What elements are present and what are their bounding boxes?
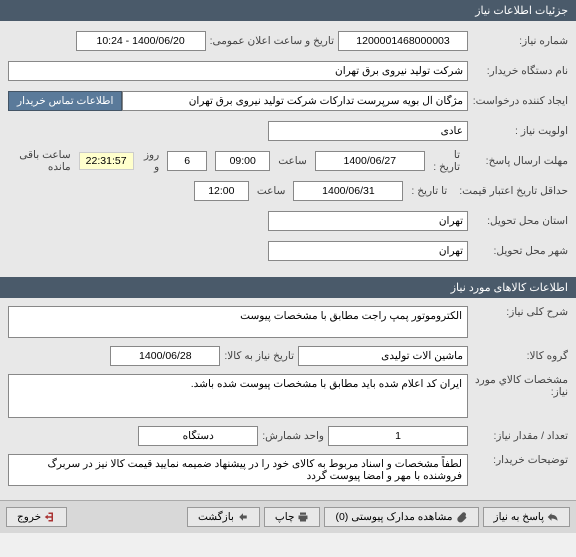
goods-info-form: شرح کلی نیاز: گروه کالا: تاریخ نیاز به ک… — [0, 298, 576, 500]
section-title: جزئیات اطلاعات نیاز — [475, 5, 568, 17]
exit-label: خروج — [17, 511, 41, 523]
label-days-and: روز و — [138, 149, 164, 173]
exit-icon — [44, 511, 56, 523]
need-description-field[interactable] — [8, 306, 468, 338]
public-announce-field[interactable] — [76, 31, 206, 51]
label-public-announce: تاریخ و ساعت اعلان عمومی: — [206, 35, 338, 47]
need-number-field[interactable] — [338, 31, 468, 51]
attachment-icon — [456, 511, 468, 523]
goods-spec-field[interactable] — [8, 374, 468, 418]
label-count-unit: واحد شمارش: — [258, 430, 328, 442]
respond-label: پاسخ به نیاز — [494, 511, 544, 523]
delivery-city-field[interactable] — [268, 241, 468, 261]
delivery-province-field[interactable] — [268, 211, 468, 231]
attachments-label: مشاهده مدارک پیوستی (0) — [335, 511, 452, 523]
label-response-deadline: مهلت ارسال پاسخ: — [468, 155, 568, 167]
view-attachments-button[interactable]: مشاهده مدارک پیوستی (0) — [324, 507, 478, 527]
need-date-field[interactable] — [110, 346, 220, 366]
label-delivery-province: استان محل تحویل: — [468, 215, 568, 227]
print-icon — [297, 511, 309, 523]
unit-field[interactable] — [138, 426, 258, 446]
footer-toolbar: پاسخ به نیاز مشاهده مدارک پیوستی (0) چاپ… — [0, 500, 576, 533]
buyer-name-field[interactable] — [8, 61, 468, 81]
back-button[interactable]: بازگشت — [187, 507, 260, 527]
contact-buyer-button[interactable]: اطلاعات تماس خریدار — [8, 91, 122, 111]
label-hour2: ساعت — [253, 185, 290, 197]
label-count-amount: تعداد / مقدار نیاز: — [468, 430, 568, 442]
buyer-notes-field[interactable] — [8, 454, 468, 486]
respond-button[interactable]: پاسخ به نیاز — [483, 507, 570, 527]
section-header-goods-info: اطلاعات کالاهای مورد نیاز — [0, 277, 576, 298]
response-time-field[interactable] — [215, 151, 270, 171]
priority-field[interactable] — [268, 121, 468, 141]
section-title-goods: اطلاعات کالاهای مورد نیاز — [451, 282, 568, 294]
back-label: بازگشت — [198, 511, 234, 523]
label-remaining: ساعت باقی مانده — [8, 149, 75, 173]
label-to-date: تا تاریخ : — [429, 149, 464, 173]
response-date-field[interactable] — [315, 151, 425, 171]
price-validity-date-field[interactable] — [293, 181, 403, 201]
label-to-date2: تا تاریخ : — [407, 185, 451, 197]
exit-button[interactable]: خروج — [6, 507, 67, 527]
days-remaining-field — [167, 151, 207, 171]
label-need-date: تاریخ نیاز به کالا: — [220, 350, 298, 362]
label-request-creator: ایجاد کننده درخواست: — [468, 95, 568, 107]
section-header-need-details: جزئیات اطلاعات نیاز — [0, 0, 576, 21]
reply-icon — [547, 511, 559, 523]
label-goods-spec: مشخصات كالاي مورد نياز: — [468, 374, 568, 398]
time-remaining-field: 22:31:57 — [79, 152, 134, 170]
request-creator-field[interactable] — [122, 91, 468, 111]
label-price-validity: حداقل تاریخ اعتبار قیمت: — [455, 185, 568, 197]
back-icon — [237, 511, 249, 523]
label-delivery-city: شهر محل تحویل: — [468, 245, 568, 257]
print-label: چاپ — [275, 511, 295, 523]
goods-group-field[interactable] — [298, 346, 468, 366]
label-need-number: شماره نیاز: — [468, 35, 568, 47]
label-hour1: ساعت — [274, 155, 311, 167]
need-details-form: شماره نیاز: تاریخ و ساعت اعلان عمومی: نا… — [0, 21, 576, 277]
label-goods-group: گروه کالا: — [468, 350, 568, 362]
price-validity-time-field[interactable] — [194, 181, 249, 201]
label-priority: اولویت نیاز : — [468, 125, 568, 137]
label-buyer-name: نام دستگاه خریدار: — [468, 65, 568, 77]
label-need-description: شرح کلی نیاز: — [468, 306, 568, 318]
print-button[interactable]: چاپ — [264, 507, 321, 527]
label-buyer-notes: توضیحات خریدار: — [468, 454, 568, 466]
count-field[interactable] — [328, 426, 468, 446]
